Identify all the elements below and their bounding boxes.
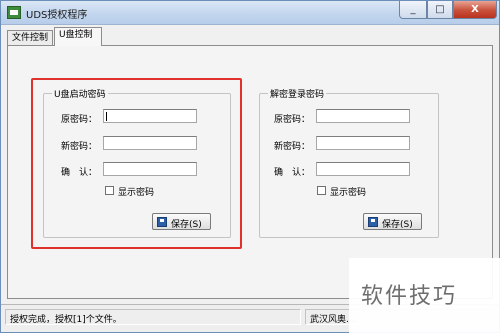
login-new-password-input[interactable] (316, 136, 410, 150)
status-company: 武汉风奥... (310, 315, 355, 325)
usb-confirm-password-input[interactable] (103, 162, 197, 176)
status-pane-message: 授权完成，授权[1]个文件。 (5, 309, 301, 325)
close-button[interactable]: X (453, 1, 497, 19)
app-window: UDS授权程序 _ □ X 文件控制 U盘控制 U盘启动密码 原密码： 新密码：… (0, 0, 500, 333)
tab-usb-control[interactable]: U盘控制 (54, 27, 102, 46)
login-old-password-input[interactable] (316, 109, 410, 123)
save-button-label: 保存(S) (171, 220, 202, 230)
title-bar[interactable]: UDS授权程序 _ □ X (1, 1, 499, 25)
group-title: U盘启动密码 (52, 87, 108, 100)
login-confirm-password-input[interactable] (316, 162, 410, 176)
save-button-label: 保存(S) (382, 220, 413, 230)
usb-show-password-checkbox[interactable] (105, 186, 114, 195)
maximize-icon: □ (435, 4, 445, 15)
login-show-password-checkbox[interactable] (317, 186, 326, 195)
usb-new-password-input[interactable] (103, 136, 197, 150)
minimize-icon: _ (410, 4, 416, 15)
floppy-disk-icon (157, 217, 167, 227)
confirm-password-label: 确 认： (61, 168, 98, 178)
watermark-text: 软件技巧 (361, 284, 458, 309)
confirm-password-label: 确 认： (274, 168, 311, 178)
text-caret (106, 112, 107, 121)
group-title: 解密登录密码 (268, 87, 327, 100)
old-password-label: 原密码： (61, 115, 98, 125)
new-password-label: 新密码： (61, 142, 98, 152)
usb-save-button[interactable]: 保存(S) (152, 213, 211, 230)
show-password-label[interactable]: 显示密码 (330, 185, 366, 198)
maximize-button[interactable]: □ (427, 1, 453, 19)
minimize-button[interactable]: _ (399, 1, 427, 19)
show-password-label[interactable]: 显示密码 (118, 185, 154, 198)
old-password-label: 原密码： (274, 115, 311, 125)
login-save-button[interactable]: 保存(S) (363, 213, 422, 230)
watermark-overlay: 软件技巧 (349, 258, 500, 333)
close-icon: X (471, 4, 479, 15)
new-password-label: 新密码： (274, 142, 311, 152)
tab-file-control[interactable]: 文件控制 (7, 30, 53, 45)
status-message: 授权完成，授权[1]个文件。 (10, 315, 122, 325)
app-icon (7, 6, 21, 19)
window-title: UDS授权程序 (26, 10, 88, 21)
floppy-disk-icon (368, 217, 378, 227)
usb-old-password-input[interactable] (103, 109, 197, 123)
